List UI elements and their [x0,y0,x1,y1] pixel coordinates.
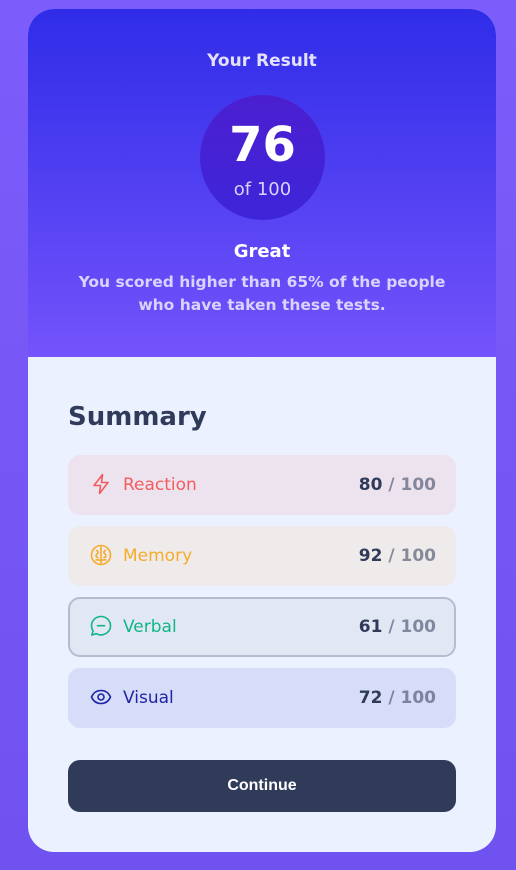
summary-item-score-max: / 100 [388,688,436,708]
summary-item-score: 61 / 100 [359,616,436,638]
chat-bubble-icon [90,615,112,637]
summary-item-label: Memory [123,546,193,566]
summary-item-score-value: 61 [358,617,383,637]
summary-title: Summary [68,402,207,432]
summary-item-score-max: / 100 [388,475,436,495]
result-description: You scored higher than 65% of the people… [78,273,446,314]
eye-icon [90,686,112,708]
score-circle: 76 of 100 [200,95,325,220]
results-card: Your Result 76 of 100 Great You scored h… [28,9,496,852]
lightning-icon [90,473,112,495]
rating-label: Great [233,241,291,262]
summary-item-reaction: Reaction 80 / 100 [68,455,456,515]
summary-item-visual: Visual 72 / 100 [68,668,456,728]
result-panel: Your Result 76 of 100 Great You scored h… [28,9,496,357]
summary-item-score-value: 72 [358,688,383,708]
brain-icon [90,544,112,566]
score-value: 76 [229,117,296,173]
summary-item-score-max: / 100 [388,546,436,566]
summary-section: Summary Reaction 80 / 100 Memory 92 / 10… [68,399,456,728]
result-heading: Your Result [207,51,317,71]
continue-button[interactable]: Continue [68,760,456,812]
summary-item-label: Verbal [123,617,177,637]
summary-item-score-value: 92 [358,546,383,566]
summary-item-score: 72 / 100 [359,687,436,709]
score-max: of 100 [233,179,292,200]
summary-item-memory: Memory 92 / 100 [68,526,456,586]
summary-item-label: Visual [123,688,174,708]
summary-item-label: Reaction [123,475,197,495]
summary-item-score-max: / 100 [388,617,436,637]
summary-item-score: 80 / 100 [359,474,436,496]
summary-item-score: 92 / 100 [359,545,436,567]
summary-item-score-value: 80 [358,475,383,495]
summary-item-verbal[interactable]: Verbal 61 / 100 [68,597,456,657]
